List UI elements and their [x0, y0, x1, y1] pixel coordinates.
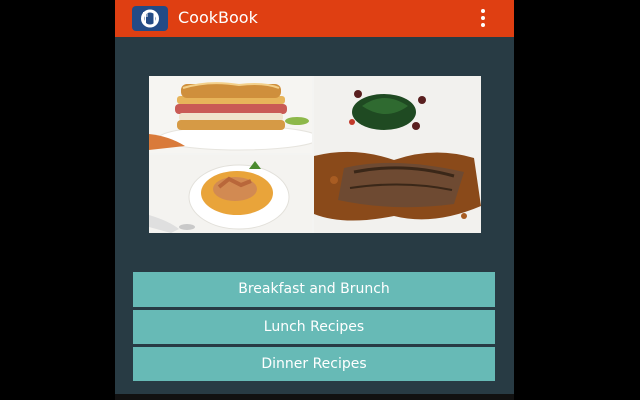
- more-vert-icon[interactable]: [473, 5, 493, 31]
- app-bar: CookBook: [115, 0, 514, 37]
- sandwich-photo: [149, 76, 312, 153]
- dinner-recipes-button[interactable]: Dinner Recipes: [133, 347, 495, 381]
- app-screen: CookBook Breakfast and Brunch Lunch Reci…: [115, 0, 514, 400]
- breakfast-and-brunch-button[interactable]: Breakfast and Brunch: [133, 272, 495, 307]
- cutlery-icon: [132, 6, 168, 31]
- soup-photo: [149, 155, 312, 233]
- lunch-recipes-button[interactable]: Lunch Recipes: [133, 310, 495, 344]
- fish-photo: [314, 76, 481, 233]
- food-photo-collage: [149, 76, 481, 233]
- app-title: CookBook: [178, 8, 258, 27]
